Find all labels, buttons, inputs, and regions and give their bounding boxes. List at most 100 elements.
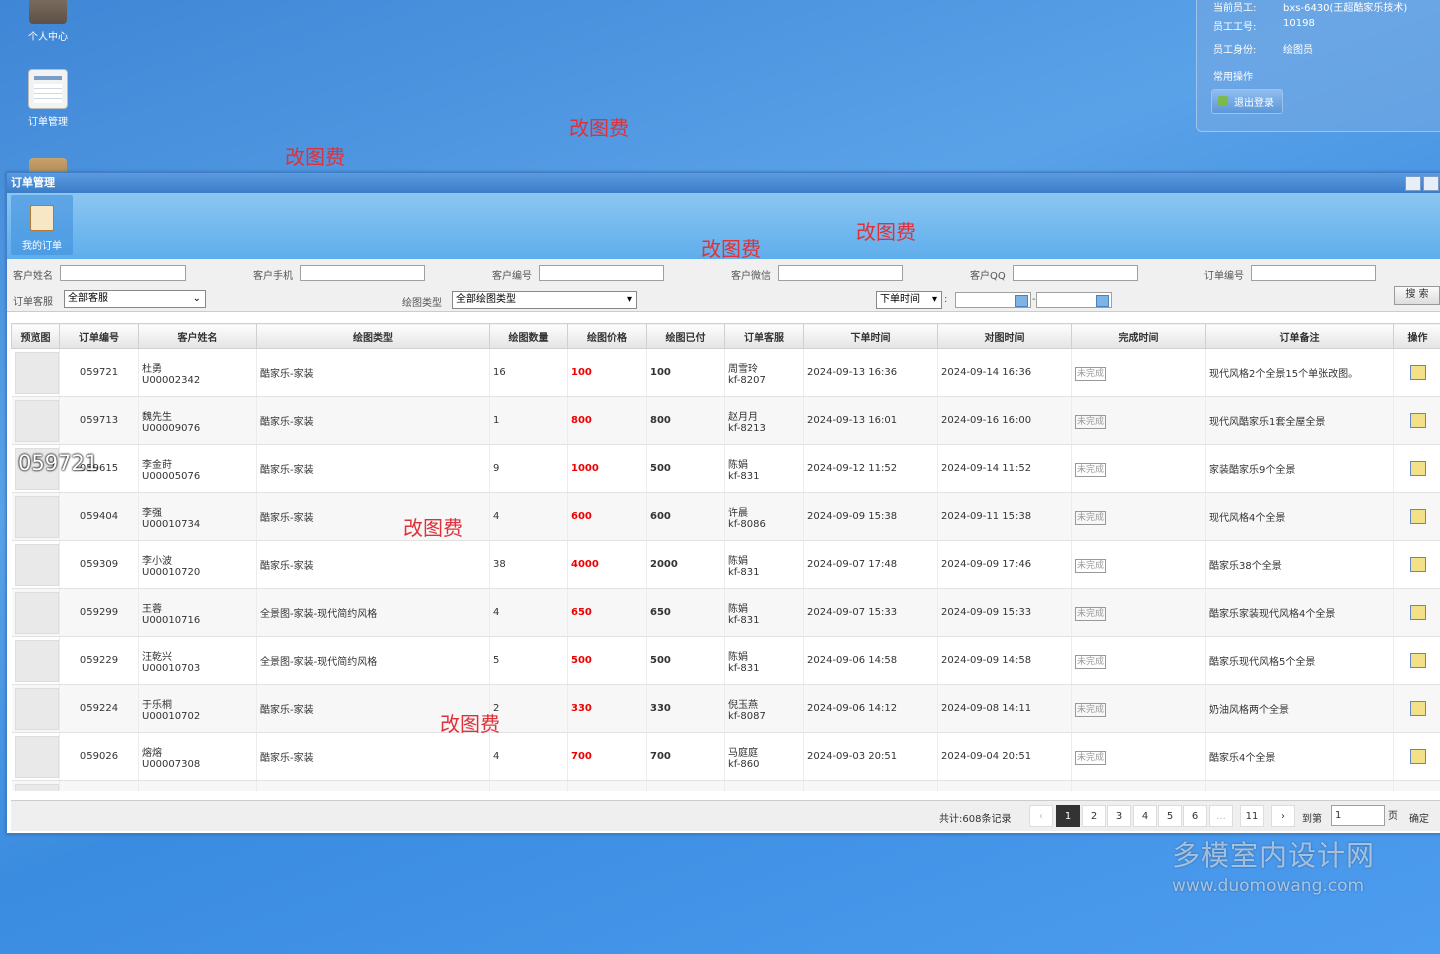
- start-date-input[interactable]: [955, 292, 1031, 308]
- cs-name: 许晨: [728, 507, 748, 519]
- window-toolbar: 我的订单 改图费 改图费: [7, 193, 1440, 261]
- edit-order-icon[interactable]: [1409, 749, 1426, 764]
- customer-cell: 熔熔 U00007308: [138, 732, 257, 781]
- status-badge: 未完成: [1075, 511, 1107, 525]
- page-number-button[interactable]: 5: [1158, 805, 1182, 827]
- order-time-cell: 2024-09-13 16:01: [803, 396, 938, 445]
- drawing-paid-cell: 500: [646, 636, 725, 685]
- edit-order-icon[interactable]: [1409, 461, 1426, 476]
- order-no-input[interactable]: [1251, 265, 1376, 281]
- drawing-paid-cell: 100: [646, 348, 725, 397]
- goto-confirm-button[interactable]: 确定: [1409, 810, 1429, 825]
- edit-order-icon[interactable]: [1409, 413, 1426, 428]
- edit-order-icon[interactable]: [1409, 605, 1426, 620]
- prev-page-button[interactable]: ‹: [1029, 805, 1053, 827]
- action-cell: [1393, 588, 1440, 637]
- customer-wechat-input[interactable]: [778, 265, 903, 281]
- cs-id: kf-8207: [728, 374, 766, 386]
- customer-name-input[interactable]: [60, 265, 186, 281]
- finish-time-cell: 未完成: [1071, 588, 1206, 637]
- preview-cell: [11, 348, 60, 397]
- page-number-button[interactable]: 11: [1240, 805, 1264, 827]
- desktop-icon-book[interactable]: [18, 158, 78, 172]
- calendar-icon[interactable]: [1015, 295, 1028, 307]
- customer-id: U00010716: [142, 614, 201, 626]
- page-number-button[interactable]: 1: [1056, 805, 1080, 827]
- calendar-icon[interactable]: [1096, 295, 1109, 307]
- page-number-button[interactable]: 6: [1183, 805, 1207, 827]
- maximize-icon[interactable]: [1423, 176, 1439, 191]
- customer-no-input[interactable]: [539, 265, 664, 281]
- order-no-cell: 059404: [59, 492, 139, 541]
- preview-thumbnail[interactable]: [14, 591, 59, 634]
- customer-phone-input[interactable]: [300, 265, 425, 281]
- table-row[interactable]: 059721 杜勇 U00002342 酷家乐-家装 16 100 100 周雪玲 kf-820…: [11, 348, 1440, 397]
- finish-time-cell: 未完成: [1071, 732, 1206, 781]
- page-number-button[interactable]: 3: [1107, 805, 1131, 827]
- edit-order-icon[interactable]: [1409, 557, 1426, 572]
- edit-order-icon[interactable]: [1409, 653, 1426, 668]
- colon-separator: :: [944, 294, 948, 305]
- window-titlebar[interactable]: 订单管理: [7, 173, 1440, 193]
- table-row[interactable]: 059229 汪乾兴 U00010703 全景图-家装-现代简约风格 5 500 500 陈娟…: [11, 636, 1440, 685]
- edit-order-icon[interactable]: [1409, 365, 1426, 380]
- table-row[interactable]: 059224 于乐桐 U00010702 酷家乐-家装 2 330 330 倪玉燕 kf-808…: [11, 684, 1440, 733]
- table-row[interactable]: 魏先生 赵月月: [11, 780, 1440, 791]
- action-cell: [1393, 540, 1440, 589]
- drawing-type-cell: 酷家乐-家装: [256, 732, 490, 781]
- search-button[interactable]: 搜 索: [1394, 286, 1440, 305]
- order-no-cell: 059299: [59, 588, 139, 637]
- customer-name: 李小波: [142, 555, 172, 567]
- goto-page-input[interactable]: 1: [1331, 805, 1385, 826]
- table-row[interactable]: 059615 李金莳 U00005076 酷家乐-家装 9 1000 500 陈娟 kf-831…: [11, 444, 1440, 493]
- table-header-row: 预览图 订单编号 客户姓名 绘图类型 绘图数量 绘图价格 绘图已付 订单客服 下单时间 对图时间完…: [11, 323, 1440, 349]
- drawing-type-cell: [256, 780, 490, 791]
- table-row[interactable]: 059713 魏先生 U00009076 酷家乐-家装 1 800 800 赵月月 kf-821…: [11, 396, 1440, 445]
- time-type-select[interactable]: 下单时间 ▾: [876, 291, 942, 309]
- check-time-cell: 2024-09-04 20:51: [937, 732, 1072, 781]
- order-cs-select[interactable]: 全部客服 ⌄: [64, 290, 206, 308]
- page-number-button[interactable]: 2: [1082, 805, 1106, 827]
- edit-order-icon[interactable]: [1409, 701, 1426, 716]
- finish-time-cell: 未完成: [1071, 492, 1206, 541]
- edit-order-icon[interactable]: [1409, 509, 1426, 524]
- end-date-input[interactable]: [1036, 292, 1112, 308]
- preview-thumbnail[interactable]: [14, 543, 59, 586]
- next-page-button[interactable]: ›: [1271, 805, 1295, 827]
- order-no-cell: 059309: [59, 540, 139, 589]
- table-row[interactable]: 059299 王蓉 U00010716 全景图-家装-现代简约风格 4 650 650 陈娟 k…: [11, 588, 1440, 637]
- preview-thumbnail[interactable]: [14, 687, 59, 730]
- cs-name: 陈娟: [728, 603, 748, 615]
- table-row[interactable]: 059404 李强 U00010734 酷家乐-家装 4 600 600 许晨 kf-8086 2…: [11, 492, 1440, 541]
- table-row[interactable]: 059309 李小波 U00010720 酷家乐-家装 38 4000 2000 陈娟 kf-8…: [11, 540, 1440, 589]
- preview-thumbnail[interactable]: [14, 783, 59, 791]
- customer-qq-input[interactable]: [1013, 265, 1138, 281]
- customer-id: U00007308: [142, 758, 201, 770]
- customer-id: U00002342: [142, 374, 201, 386]
- customer-name: 汪乾兴: [142, 651, 172, 663]
- status-badge: 未完成: [1075, 607, 1107, 621]
- drawing-price-cell: 800: [567, 396, 647, 445]
- action-cell: [1393, 348, 1440, 397]
- order-cs-cell: 许晨 kf-8086: [724, 492, 804, 541]
- table-row[interactable]: 059026 熔熔 U00007308 酷家乐-家装 4 700 700 马庭庭 kf-860 2…: [11, 732, 1440, 781]
- page-number-button[interactable]: 4: [1133, 805, 1157, 827]
- action-cell: [1393, 684, 1440, 733]
- watermark-text: 改图费: [569, 116, 629, 140]
- preview-cell: [11, 396, 60, 445]
- preview-thumbnail[interactable]: [14, 399, 59, 442]
- preview-thumbnail[interactable]: [14, 495, 59, 538]
- desktop-icon-personal[interactable]: 个人中心: [18, 0, 78, 43]
- desktop-icon-orders[interactable]: 订单管理: [18, 69, 78, 128]
- overlay-order-number: 059721: [18, 451, 99, 475]
- order-time-cell: 2024-09-09 15:38: [803, 492, 938, 541]
- drawing-type-select[interactable]: 全部绘图类型 ▾: [452, 291, 637, 309]
- my-orders-button[interactable]: 我的订单: [11, 195, 73, 255]
- watermark-text: 改图费: [856, 220, 916, 244]
- logout-button[interactable]: 退出登录: [1211, 89, 1283, 114]
- status-badge: 未完成: [1075, 655, 1107, 669]
- minimize-icon[interactable]: [1405, 176, 1421, 191]
- preview-thumbnail[interactable]: [14, 639, 59, 682]
- preview-thumbnail[interactable]: [14, 735, 59, 778]
- preview-thumbnail[interactable]: [14, 351, 59, 394]
